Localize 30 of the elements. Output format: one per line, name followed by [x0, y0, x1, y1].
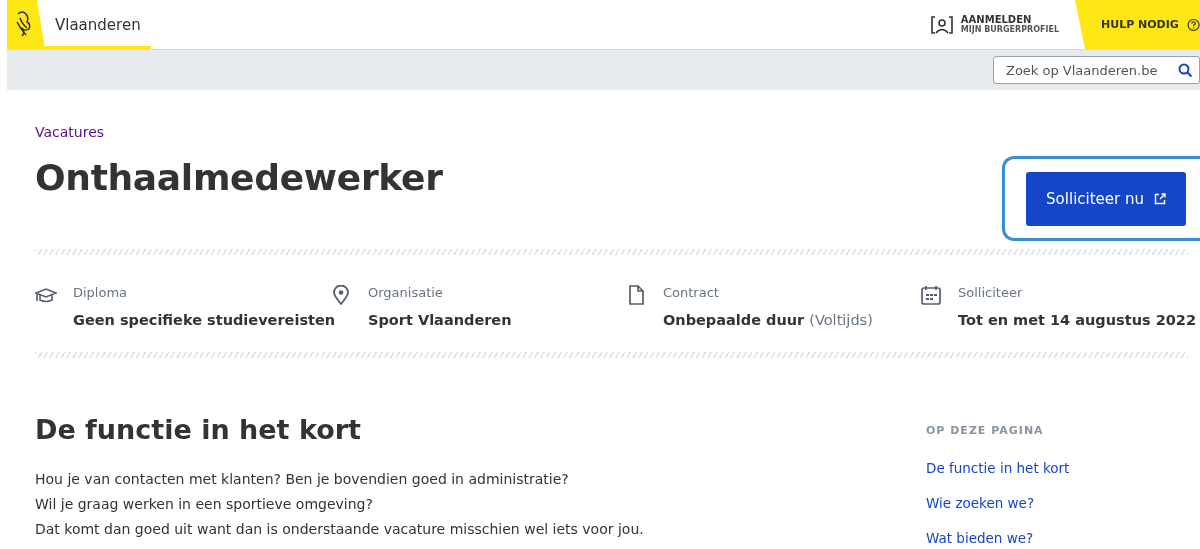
- paragraph-line: Hou je van contacten met klanten? Ben je bovendien goed in administratie?: [35, 470, 570, 489]
- lion-logo[interactable]: [7, 0, 45, 49]
- fact-label: Diploma: [73, 285, 129, 300]
- paragraph-line: Wil je graag werken in een sportieve omgeving?: [35, 495, 374, 514]
- fact-value: Sport Vlaanderen: [368, 312, 512, 328]
- login-link[interactable]: AANMELDEN MIJN BURGERPROFIEL: [930, 0, 1075, 49]
- apply-button[interactable]: Solliciteer nu: [1026, 171, 1186, 226]
- fact-label: Organisatie: [368, 285, 444, 300]
- section-heading: De functie in het kort: [35, 414, 362, 445]
- fact-value: Tot en met 14 augustus 2022: [958, 312, 1196, 328]
- search-field[interactable]: Zoek op Vlaanderen.be: [993, 56, 1200, 84]
- search-icon[interactable]: [1178, 62, 1193, 78]
- breadcrumb-link[interactable]: Vacatures: [35, 124, 105, 140]
- map-pin-icon: [330, 285, 352, 305]
- fact-value: Onbepaalde duur (Voltijds): [663, 312, 873, 328]
- paragraph-line: Dat komt dan goed uit want dan is onderstaande vacature misschien wel iets voor jou.: [35, 520, 644, 539]
- toc-title: OP DEZE PAGINA: [926, 424, 1045, 437]
- toc-link[interactable]: De functie in het kort: [926, 460, 1188, 476]
- help-link[interactable]: HULP NODIG: [1075, 0, 1200, 49]
- toc-link[interactable]: Wie zoeken we?: [926, 495, 1188, 511]
- graduation-cap-icon: [35, 285, 57, 305]
- fact-value: Geen specifieke studievereisten: [73, 312, 336, 328]
- profile-icon: [930, 14, 953, 35]
- fact-label: Solliciteer: [958, 285, 1024, 300]
- brand-link[interactable]: Vlaanderen: [45, 0, 151, 49]
- calendar-icon: [920, 285, 942, 305]
- external-link-icon: [1154, 192, 1166, 205]
- page-title: Onthaalmedewerker: [35, 157, 443, 198]
- fact-label: Contract: [663, 285, 720, 300]
- toc-link[interactable]: Wat bieden we?: [926, 530, 1188, 546]
